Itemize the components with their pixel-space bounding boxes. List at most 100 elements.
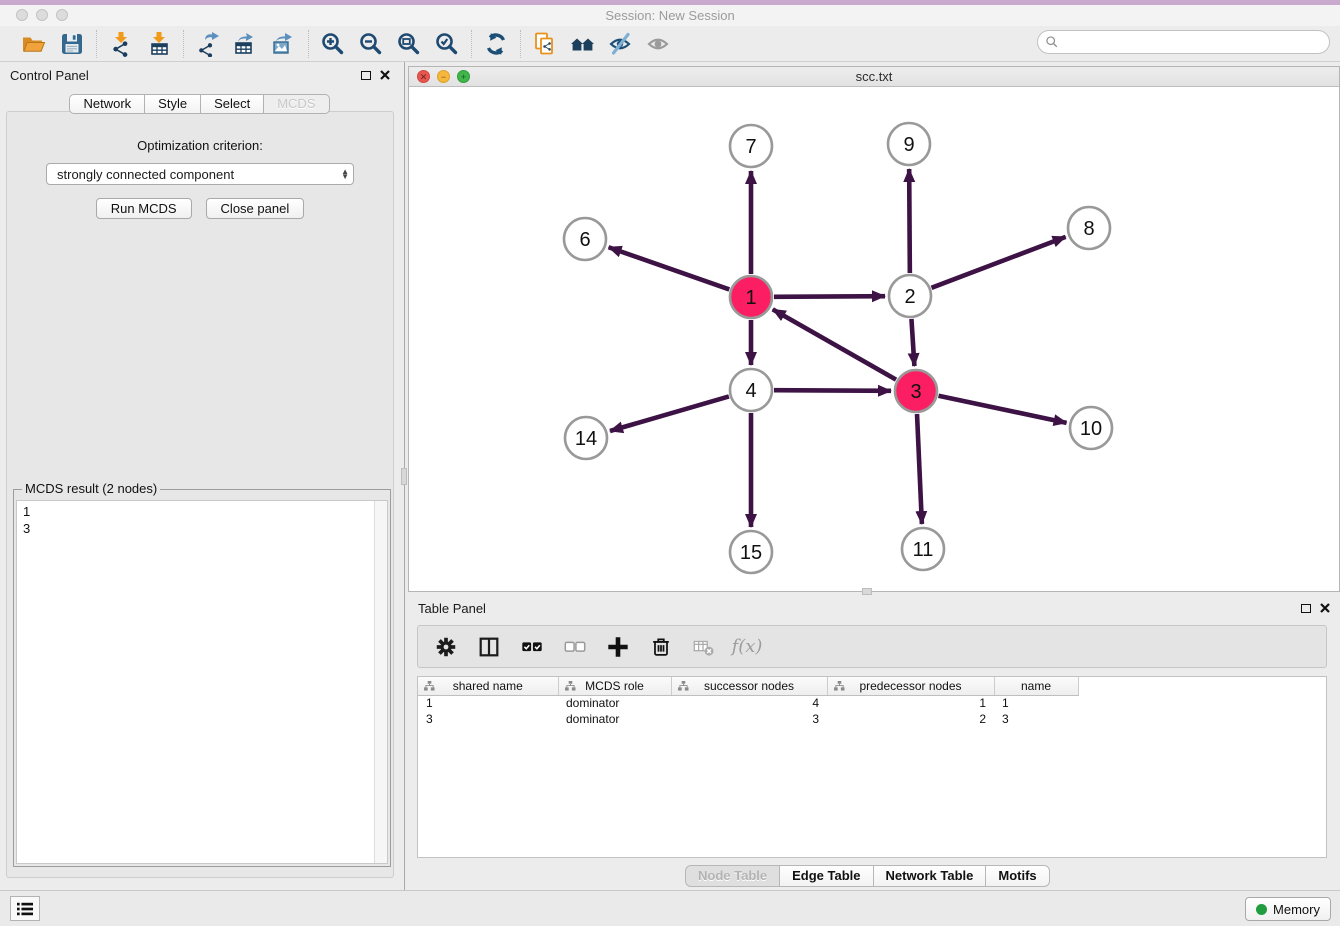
tab-mcds[interactable]: MCDS xyxy=(263,94,329,114)
graph-node-10[interactable]: 10 xyxy=(1070,407,1112,449)
graph-node-7[interactable]: 7 xyxy=(730,125,772,167)
search-input[interactable] xyxy=(1059,32,1329,52)
export-image-button[interactable] xyxy=(269,29,299,59)
hide-selected-button[interactable] xyxy=(606,29,636,59)
graph-node-9[interactable]: 9 xyxy=(888,123,930,165)
cell-successor-nodes[interactable]: 4 xyxy=(671,695,827,711)
column-header-successor-nodes[interactable]: successor nodes xyxy=(671,677,827,695)
network-canvas[interactable]: 7 9 6 8 1 2 4 3 14 10 15 11 xyxy=(409,87,1339,591)
table-row[interactable]: 3dominator323 xyxy=(418,711,1078,727)
mcds-result-lines: 13 xyxy=(17,501,387,539)
cell-name[interactable]: 3 xyxy=(994,711,1078,727)
cell-predecessor-nodes[interactable]: 2 xyxy=(827,711,994,727)
graph-edge-3-1[interactable] xyxy=(773,309,896,379)
delete-column-button[interactable] xyxy=(647,633,675,661)
splitter-handle[interactable] xyxy=(401,468,407,485)
network-maximize-button[interactable]: + xyxy=(457,70,470,83)
cell-name[interactable]: 1 xyxy=(994,695,1078,711)
graph-node-15[interactable]: 15 xyxy=(730,531,772,573)
first-neighbors-button[interactable] xyxy=(568,29,598,59)
network-close-button[interactable]: ✕ xyxy=(417,70,430,83)
float-table-panel-icon[interactable] xyxy=(1301,604,1311,613)
graph-node-14[interactable]: 14 xyxy=(565,417,607,459)
graph-node-4[interactable]: 4 xyxy=(730,369,772,411)
zoom-selected-button[interactable] xyxy=(432,29,462,59)
zoom-in-button[interactable] xyxy=(318,29,348,59)
save-session-button[interactable] xyxy=(57,29,87,59)
settings-gear-button[interactable] xyxy=(432,633,460,661)
clone-network-button[interactable] xyxy=(530,29,560,59)
toggle-panels-button[interactable] xyxy=(475,633,503,661)
graph-edge-2-3[interactable] xyxy=(911,319,914,366)
cell-successor-nodes[interactable]: 3 xyxy=(671,711,827,727)
export-table-button[interactable] xyxy=(231,29,261,59)
add-column-button[interactable] xyxy=(604,633,632,661)
result-scrollbar[interactable] xyxy=(374,501,387,863)
column-header-predecessor-nodes[interactable]: predecessor nodes xyxy=(827,677,994,695)
memory-status-dot xyxy=(1256,904,1267,915)
mcds-result-group: MCDS result (2 nodes) 13 xyxy=(13,489,391,867)
node-table[interactable]: shared nameMCDS rolesuccessor nodesprede… xyxy=(417,676,1327,858)
network-minimize-button[interactable]: − xyxy=(437,70,450,83)
list-icon xyxy=(15,901,35,917)
graph-node-8[interactable]: 8 xyxy=(1068,207,1110,249)
tab-select[interactable]: Select xyxy=(200,94,264,114)
vertical-splitter[interactable] xyxy=(400,62,408,890)
open-file-button[interactable] xyxy=(19,29,49,59)
network-window-title: scc.txt xyxy=(409,67,1339,87)
save-session-icon xyxy=(59,31,85,57)
refresh-button[interactable] xyxy=(481,29,511,59)
cell-MCDS-role[interactable]: dominator xyxy=(558,695,671,711)
graph-node-11[interactable]: 11 xyxy=(902,528,944,570)
import-network-button[interactable] xyxy=(106,29,136,59)
optimization-criterion-value: strongly connected component xyxy=(57,167,341,182)
close-panel-button[interactable]: Close panel xyxy=(206,198,305,219)
tab-edge-table[interactable]: Edge Table xyxy=(779,865,873,887)
graph-edge-4-3[interactable] xyxy=(774,390,891,391)
column-header-shared-name[interactable]: shared name xyxy=(418,677,558,695)
zoom-fit-button[interactable] xyxy=(394,29,424,59)
graph-edge-1-6[interactable] xyxy=(609,247,730,289)
task-history-button[interactable] xyxy=(10,896,40,921)
import-table-button[interactable] xyxy=(144,29,174,59)
zoom-out-button[interactable] xyxy=(356,29,386,59)
memory-button[interactable]: Memory xyxy=(1245,897,1331,921)
horizontal-splitter-handle[interactable] xyxy=(862,588,872,595)
network-view-window: ✕ − + scc.txt 7 9 6 8 1 2 4 3 14 10 15 11 xyxy=(408,66,1340,592)
table-row[interactable]: 1dominator411 xyxy=(418,695,1078,711)
graph-edge-4-14[interactable] xyxy=(610,396,729,431)
cell-shared-name[interactable]: 1 xyxy=(418,695,558,711)
column-header-MCDS-role[interactable]: MCDS role xyxy=(558,677,671,695)
table-toolbar: f(x) xyxy=(417,625,1327,668)
cell-shared-name[interactable]: 3 xyxy=(418,711,558,727)
deselect-all-button[interactable] xyxy=(561,633,589,661)
cell-predecessor-nodes[interactable]: 1 xyxy=(827,695,994,711)
cell-MCDS-role[interactable]: dominator xyxy=(558,711,671,727)
select-all-button[interactable] xyxy=(518,633,546,661)
run-mcds-button[interactable]: Run MCDS xyxy=(96,198,192,219)
float-panel-icon[interactable] xyxy=(361,71,371,80)
graph-edge-3-10[interactable] xyxy=(939,396,1067,423)
tab-motifs[interactable]: Motifs xyxy=(985,865,1049,887)
graph-edge-1-2[interactable] xyxy=(774,296,885,297)
tab-network-table[interactable]: Network Table xyxy=(873,865,987,887)
graph-node-2[interactable]: 2 xyxy=(889,275,931,317)
graph-node-6[interactable]: 6 xyxy=(564,218,606,260)
tab-network[interactable]: Network xyxy=(69,94,145,114)
graph-node-3[interactable]: 3 xyxy=(895,370,937,412)
close-table-panel-icon[interactable] xyxy=(1320,603,1330,613)
graph-edge-2-9[interactable] xyxy=(909,169,910,273)
graph-edge-2-8[interactable] xyxy=(932,237,1066,288)
export-network-button[interactable] xyxy=(193,29,223,59)
search-box[interactable] xyxy=(1037,30,1330,54)
graph-edge-3-11[interactable] xyxy=(917,414,922,524)
close-panel-icon[interactable] xyxy=(380,70,390,80)
tab-style[interactable]: Style xyxy=(144,94,201,114)
show-hidden-button[interactable] xyxy=(644,29,674,59)
graph-node-1[interactable]: 1 xyxy=(730,276,772,318)
network-window-titlebar[interactable]: ✕ − + scc.txt xyxy=(409,67,1339,87)
mcds-result-textarea[interactable]: 13 xyxy=(16,500,388,864)
tab-node-table[interactable]: Node Table xyxy=(685,865,780,887)
optimization-criterion-select[interactable]: strongly connected component ▲▼ xyxy=(46,163,354,185)
column-header-name[interactable]: name xyxy=(994,677,1078,695)
